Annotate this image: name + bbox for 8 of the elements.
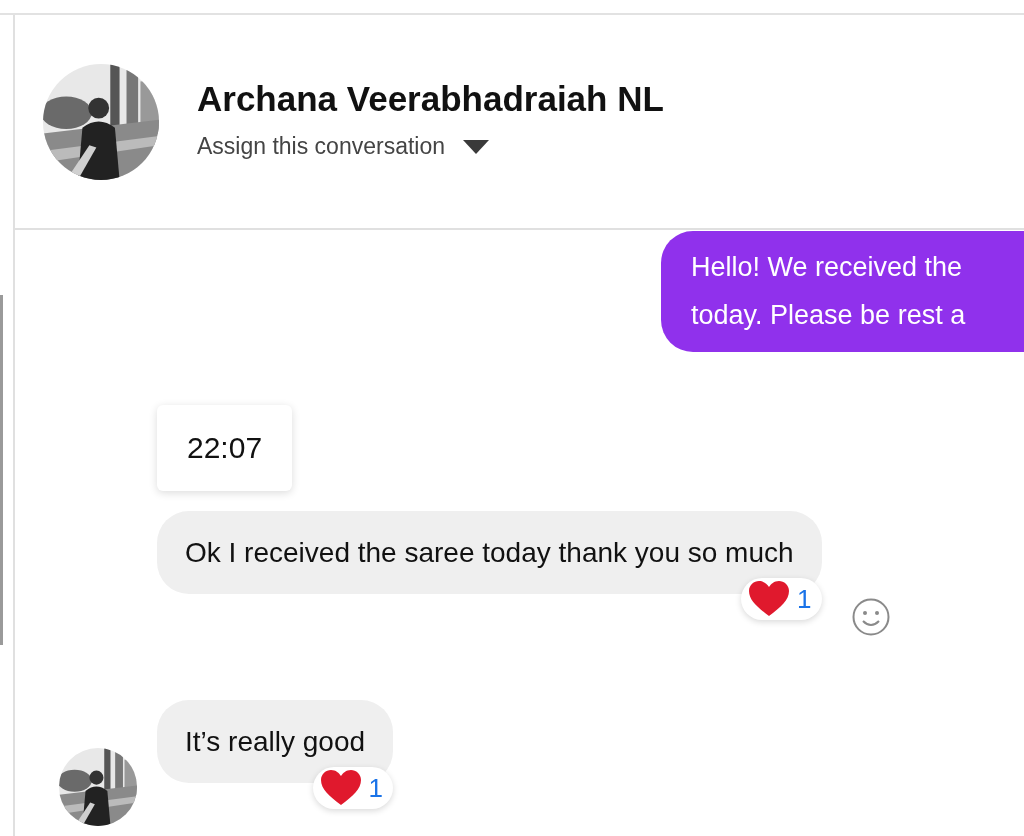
timestamp: 22:07	[157, 405, 293, 491]
heart-icon	[749, 581, 790, 617]
contact-name: Archana Veerabhadraiah NL	[197, 79, 664, 119]
heart-icon	[320, 770, 361, 806]
message-bubble: Hello! We received the today. Please be rest a	[661, 231, 1024, 352]
caret-icon	[463, 139, 489, 154]
smiley-icon[interactable]	[851, 598, 890, 636]
assign-dropdown[interactable]: Assign this conversation	[197, 133, 489, 160]
